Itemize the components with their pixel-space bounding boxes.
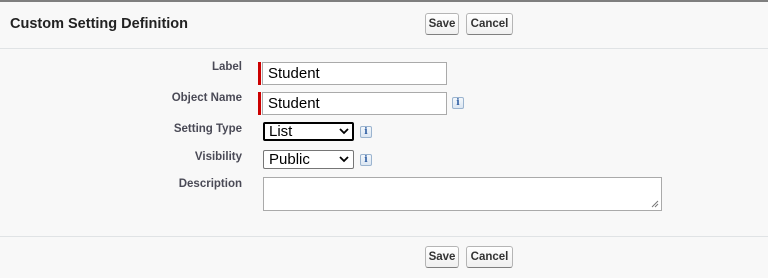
- description-textarea[interactable]: [263, 177, 662, 211]
- page-title: Custom Setting Definition: [10, 16, 189, 32]
- info-icon[interactable]: i: [360, 126, 372, 138]
- setting-type-field-label: Setting Type: [173, 123, 242, 135]
- info-icon[interactable]: i: [360, 154, 372, 166]
- visibility-field-label: Visibility: [194, 151, 242, 163]
- page-footer: Save Cancel: [0, 237, 768, 278]
- label-input[interactable]: Student: [262, 62, 447, 85]
- setting-type-value: List: [269, 123, 293, 140]
- visibility-select[interactable]: Public: [263, 150, 354, 169]
- chevron-down-icon: [339, 128, 349, 135]
- description-field-label: Description: [178, 178, 242, 190]
- chevron-down-icon: [339, 156, 349, 163]
- page-frame: Custom Setting Definition Save Cancel La…: [0, 0, 768, 278]
- required-indicator: [258, 92, 261, 115]
- save-button-top[interactable]: Save: [425, 13, 459, 35]
- form-body: Label Student Object Name Student i Sett…: [0, 49, 768, 236]
- resize-grip-icon[interactable]: [651, 200, 659, 208]
- save-button-bottom[interactable]: Save: [425, 246, 459, 268]
- required-indicator: [258, 62, 261, 85]
- visibility-value: Public: [269, 151, 310, 168]
- page-header: Custom Setting Definition Save Cancel: [0, 2, 768, 48]
- object-name-field-label: Object Name: [171, 92, 242, 104]
- object-name-input[interactable]: Student: [262, 92, 447, 115]
- label-field-label: Label: [211, 61, 242, 73]
- cancel-button-bottom[interactable]: Cancel: [466, 246, 513, 268]
- cancel-button-top[interactable]: Cancel: [466, 13, 513, 35]
- info-icon[interactable]: i: [452, 97, 464, 109]
- setting-type-select[interactable]: List: [263, 122, 354, 141]
